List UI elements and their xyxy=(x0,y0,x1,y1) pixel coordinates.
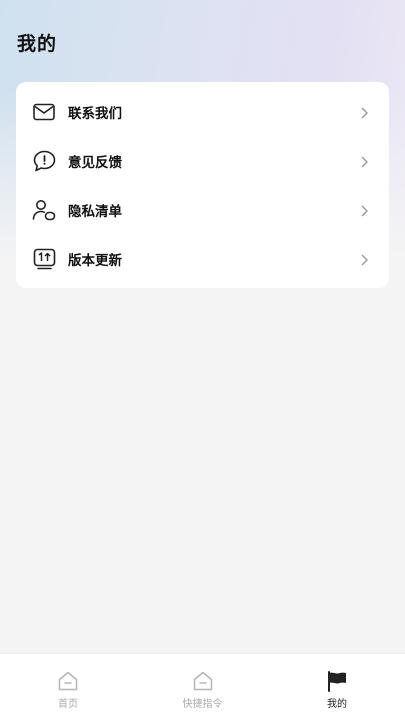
chevron-right-icon xyxy=(359,252,369,266)
menu-item-feedback[interactable]: 意见反馈 xyxy=(16,136,389,185)
tab-label: 快捷指令 xyxy=(182,699,223,710)
tab-label: 首页 xyxy=(58,699,78,710)
tab-label: 我的 xyxy=(327,699,347,710)
update-icon xyxy=(32,247,56,271)
menu-item-privacy[interactable]: 隐私清单 xyxy=(16,185,389,234)
menu-item-update[interactable]: 版本更新 xyxy=(16,234,389,283)
flag-icon xyxy=(326,670,348,692)
mail-icon xyxy=(32,100,56,124)
privacy-icon xyxy=(32,198,56,222)
home-icon xyxy=(57,670,79,692)
tab-mine[interactable]: 我的 xyxy=(294,654,380,720)
chevron-right-icon xyxy=(359,154,369,168)
tab-shortcuts[interactable]: 快捷指令 xyxy=(160,654,246,720)
menu-item-label: 联系我们 xyxy=(68,105,122,122)
chevron-right-icon xyxy=(359,105,369,119)
shortcut-icon xyxy=(192,670,214,692)
page-title: 我的 xyxy=(17,33,58,55)
menu-item-contact[interactable]: 联系我们 xyxy=(16,87,389,136)
tab-home[interactable]: 首页 xyxy=(25,654,111,720)
menu-item-label: 意见反馈 xyxy=(68,154,122,171)
bottom-tab-bar: 首页 快捷指令 我的 xyxy=(0,653,405,720)
chevron-right-icon xyxy=(359,203,369,217)
menu-card: 联系我们 意见反馈 隐私清单 版本更新 xyxy=(16,82,389,288)
menu-item-label: 隐私清单 xyxy=(68,203,122,220)
feedback-icon xyxy=(32,149,56,173)
menu-item-label: 版本更新 xyxy=(68,252,122,269)
